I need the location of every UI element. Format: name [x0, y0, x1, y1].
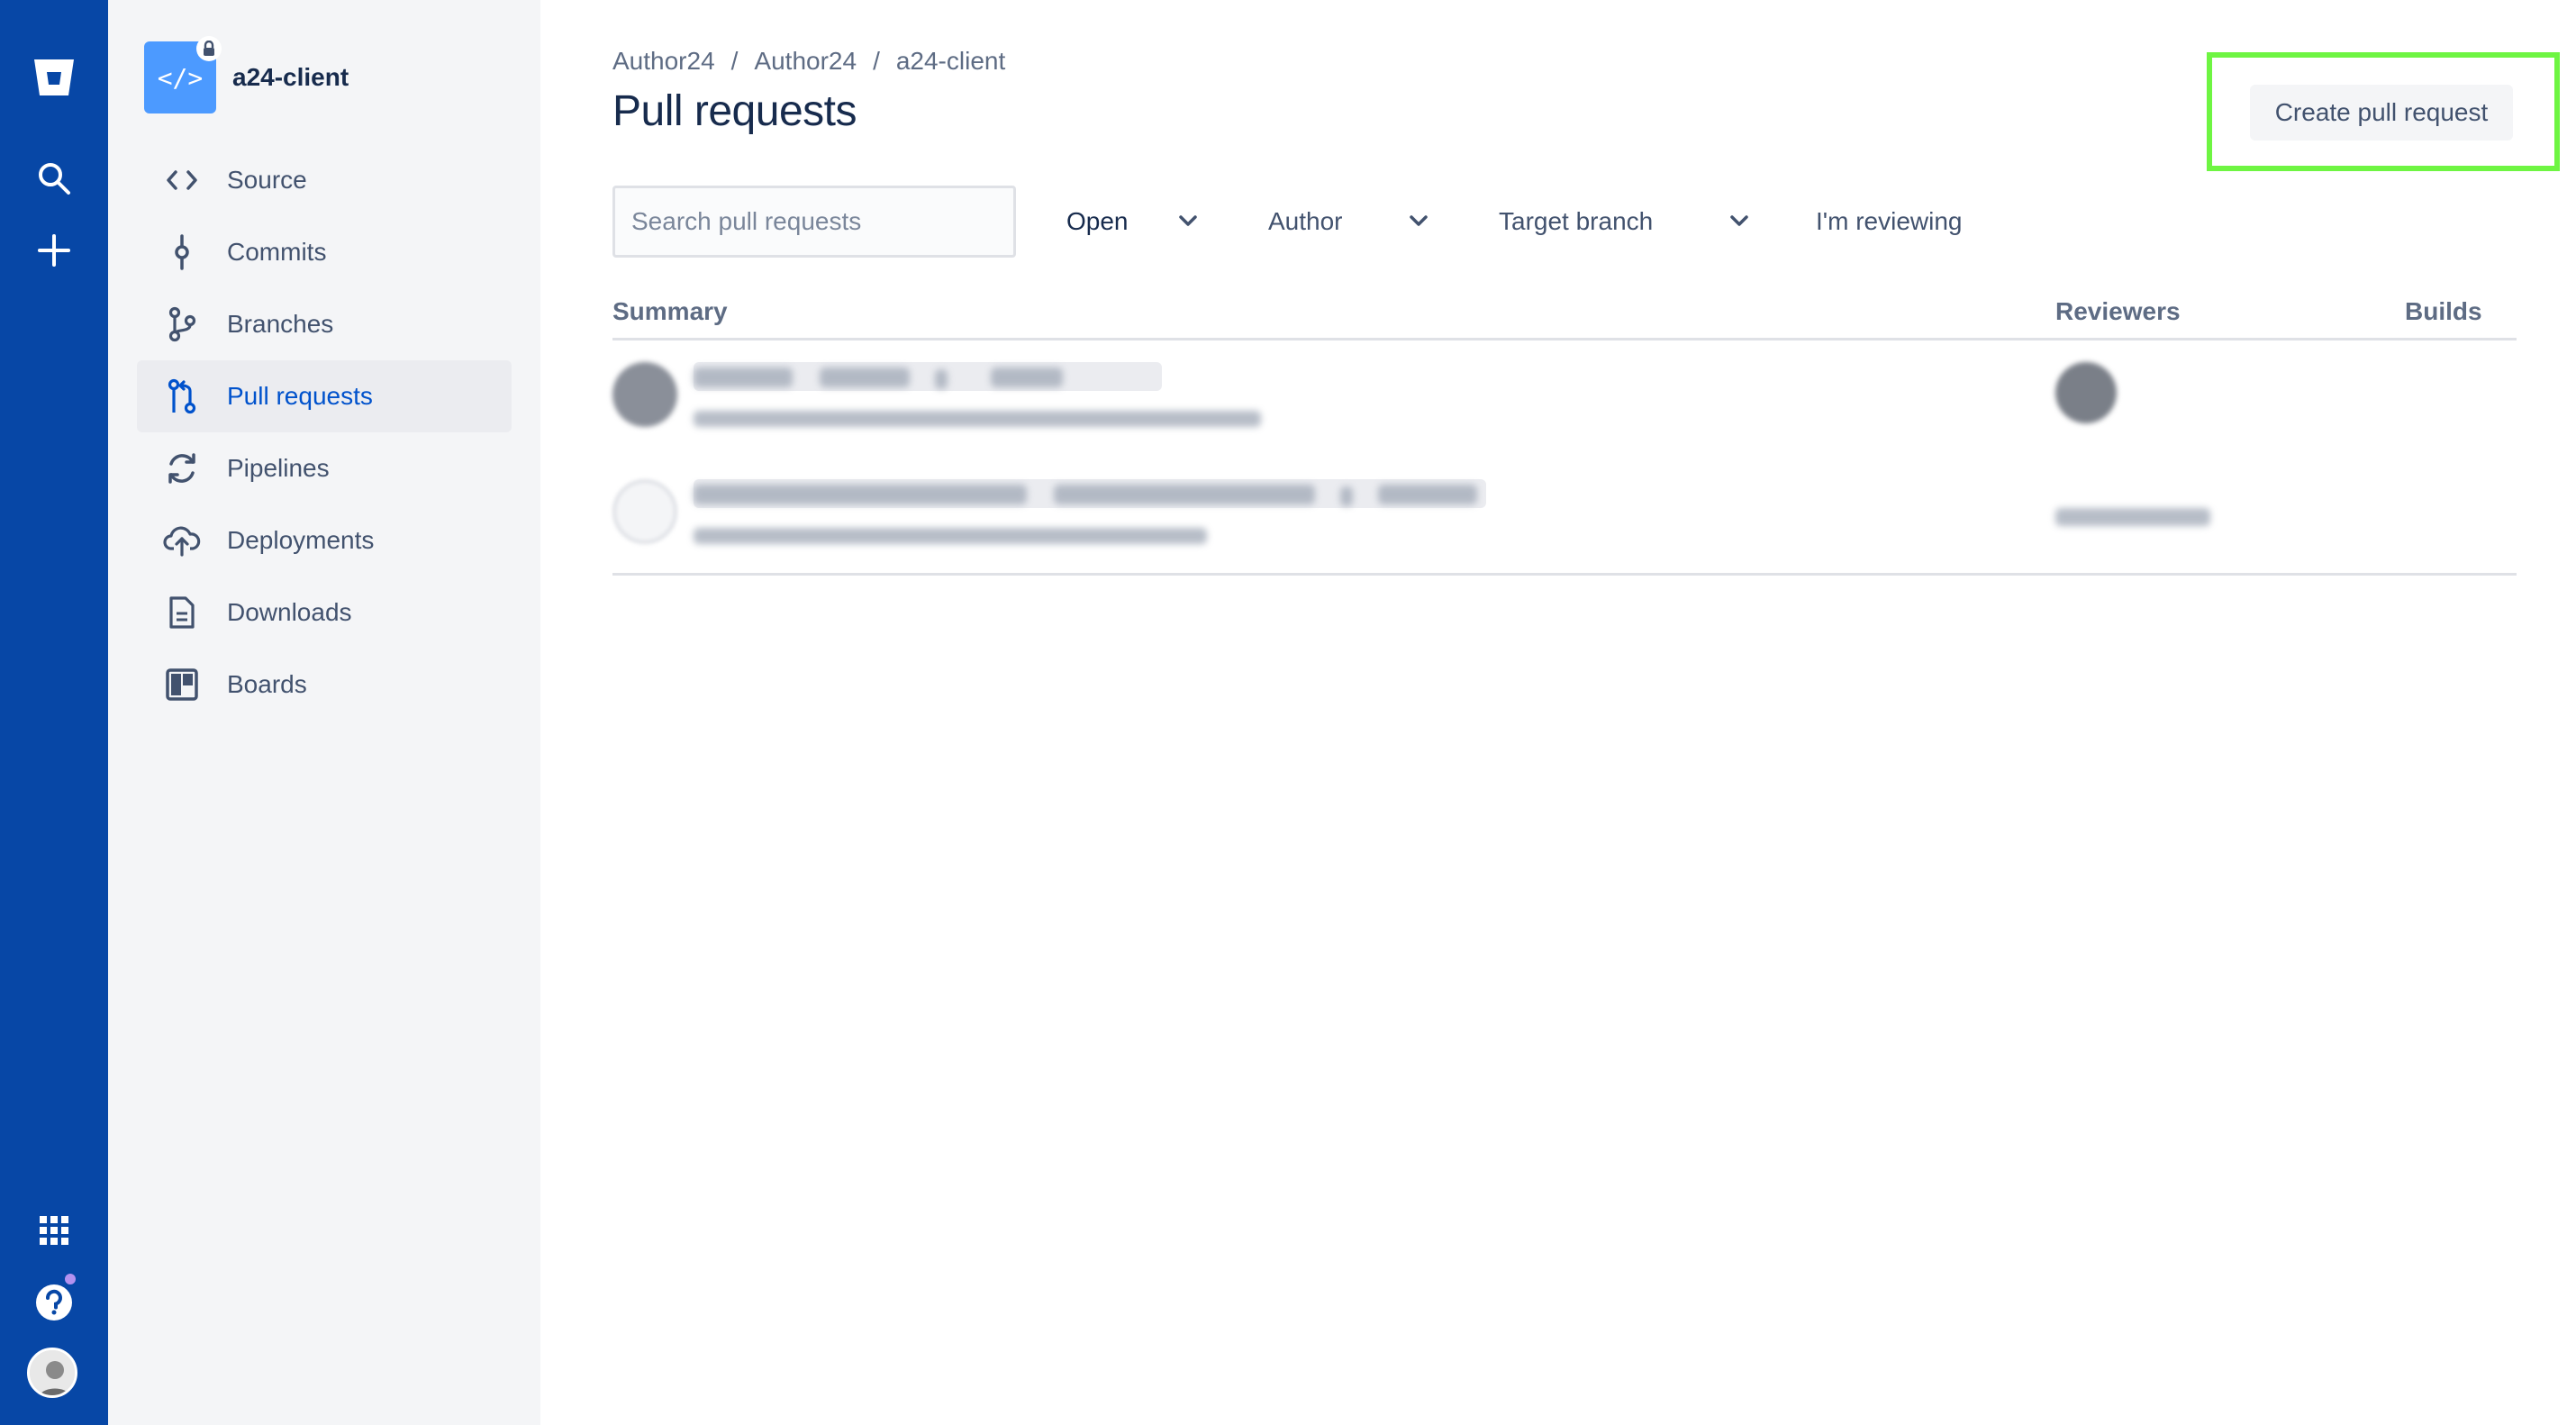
repo-avatar[interactable]: </>	[144, 36, 222, 113]
sidebar-item-label: Boards	[227, 670, 307, 698]
main-content: Author24 / Author24 / a24-client Pull re…	[612, 0, 2560, 1425]
lock-icon	[196, 36, 222, 61]
target-branch-filter-label: Target branch	[1499, 207, 1654, 235]
table-divider	[612, 573, 2517, 576]
author-avatar	[612, 362, 677, 427]
notification-dot	[63, 1272, 77, 1286]
pipelines-icon	[162, 449, 202, 488]
breadcrumb-workspace[interactable]: Author24	[612, 47, 715, 76]
document-icon	[162, 593, 202, 632]
search-input[interactable]	[612, 186, 1016, 258]
repo-sidebar: </> a24-client Source Commits Branches P…	[108, 0, 540, 1425]
sidebar-item-branches[interactable]: Branches	[137, 288, 512, 360]
pr-meta-redacted	[694, 528, 1207, 544]
sidebar-item-deployments[interactable]: Deployments	[137, 504, 512, 576]
sidebar-item-label: Source	[227, 166, 307, 194]
redacted-text	[1054, 485, 1315, 504]
commit-icon	[162, 232, 202, 272]
sidebar-item-label: Commits	[227, 238, 327, 266]
breadcrumb: Author24 / Author24 / a24-client	[612, 47, 1005, 76]
chevron-down-icon	[1179, 215, 1197, 226]
redacted-text	[1378, 485, 1477, 504]
table-row[interactable]	[612, 459, 2517, 575]
cloud-upload-icon	[162, 521, 202, 560]
reviewing-filter[interactable]: I'm reviewing	[1816, 186, 1987, 258]
reviewers-redacted	[2055, 508, 2210, 526]
author-filter[interactable]: Author	[1268, 186, 1448, 258]
sidebar-item-pull-requests[interactable]: Pull requests	[137, 360, 512, 432]
sidebar-item-downloads[interactable]: Downloads	[137, 576, 512, 649]
redacted-text	[820, 368, 910, 387]
column-summary: Summary	[612, 297, 728, 325]
author-avatar	[612, 479, 677, 544]
repo-name[interactable]: a24-client	[232, 63, 349, 92]
repo-header: </> a24-client	[144, 36, 349, 113]
code-icon	[162, 160, 202, 200]
redacted-text	[694, 485, 1027, 504]
sidebar-item-label: Branches	[227, 310, 334, 338]
bitbucket-logo-icon[interactable]	[0, 41, 108, 113]
table-header: Summary Reviewers Builds	[612, 294, 2517, 340]
help-icon[interactable]	[0, 1266, 108, 1339]
chevron-down-icon	[1410, 215, 1428, 226]
breadcrumb-repo[interactable]: a24-client	[896, 47, 1005, 76]
create-pull-request-button[interactable]: Create pull request	[2250, 85, 2513, 141]
breadcrumb-separator: /	[873, 47, 880, 75]
page-title: Pull requests	[612, 87, 857, 135]
table-row[interactable]	[612, 344, 2517, 459]
redacted-text	[935, 369, 948, 389]
breadcrumb-project[interactable]: Author24	[754, 47, 857, 76]
state-filter-label: Open	[1066, 207, 1129, 235]
sidebar-item-label: Downloads	[227, 598, 352, 626]
author-filter-label: Author	[1268, 207, 1343, 235]
redacted-text	[991, 368, 1063, 387]
board-icon	[162, 665, 202, 704]
pull-request-icon	[162, 377, 202, 416]
redacted-text	[694, 368, 793, 387]
redacted-text	[1340, 486, 1353, 506]
profile-avatar[interactable]	[27, 1348, 77, 1398]
reviewing-filter-label: I'm reviewing	[1816, 207, 1963, 235]
pr-meta-redacted	[694, 411, 1261, 427]
search-icon[interactable]	[0, 142, 108, 214]
sidebar-item-label: Deployments	[227, 526, 375, 554]
reviewer-avatar	[2055, 362, 2117, 423]
sidebar-nav: Source Commits Branches Pull requests Pi…	[137, 144, 512, 721]
sidebar-item-label: Pull requests	[227, 382, 373, 410]
sidebar-item-pipelines[interactable]: Pipelines	[137, 432, 512, 504]
chevron-down-icon	[1730, 215, 1748, 226]
sidebar-item-commits[interactable]: Commits	[137, 216, 512, 288]
sidebar-item-label: Pipelines	[227, 454, 330, 482]
state-filter[interactable]: Open	[1066, 186, 1197, 258]
global-nav	[0, 0, 108, 1425]
app-switcher-icon[interactable]	[0, 1194, 108, 1266]
branch-icon	[162, 304, 202, 344]
sidebar-item-boards[interactable]: Boards	[137, 649, 512, 721]
code-glyph-icon: </>	[157, 62, 204, 93]
create-icon[interactable]	[0, 214, 108, 286]
target-branch-filter[interactable]: Target branch	[1499, 186, 1769, 258]
column-reviewers: Reviewers	[2055, 297, 2181, 325]
breadcrumb-separator: /	[730, 47, 739, 75]
sidebar-item-source[interactable]: Source	[137, 144, 512, 216]
column-builds: Builds	[2405, 297, 2482, 325]
